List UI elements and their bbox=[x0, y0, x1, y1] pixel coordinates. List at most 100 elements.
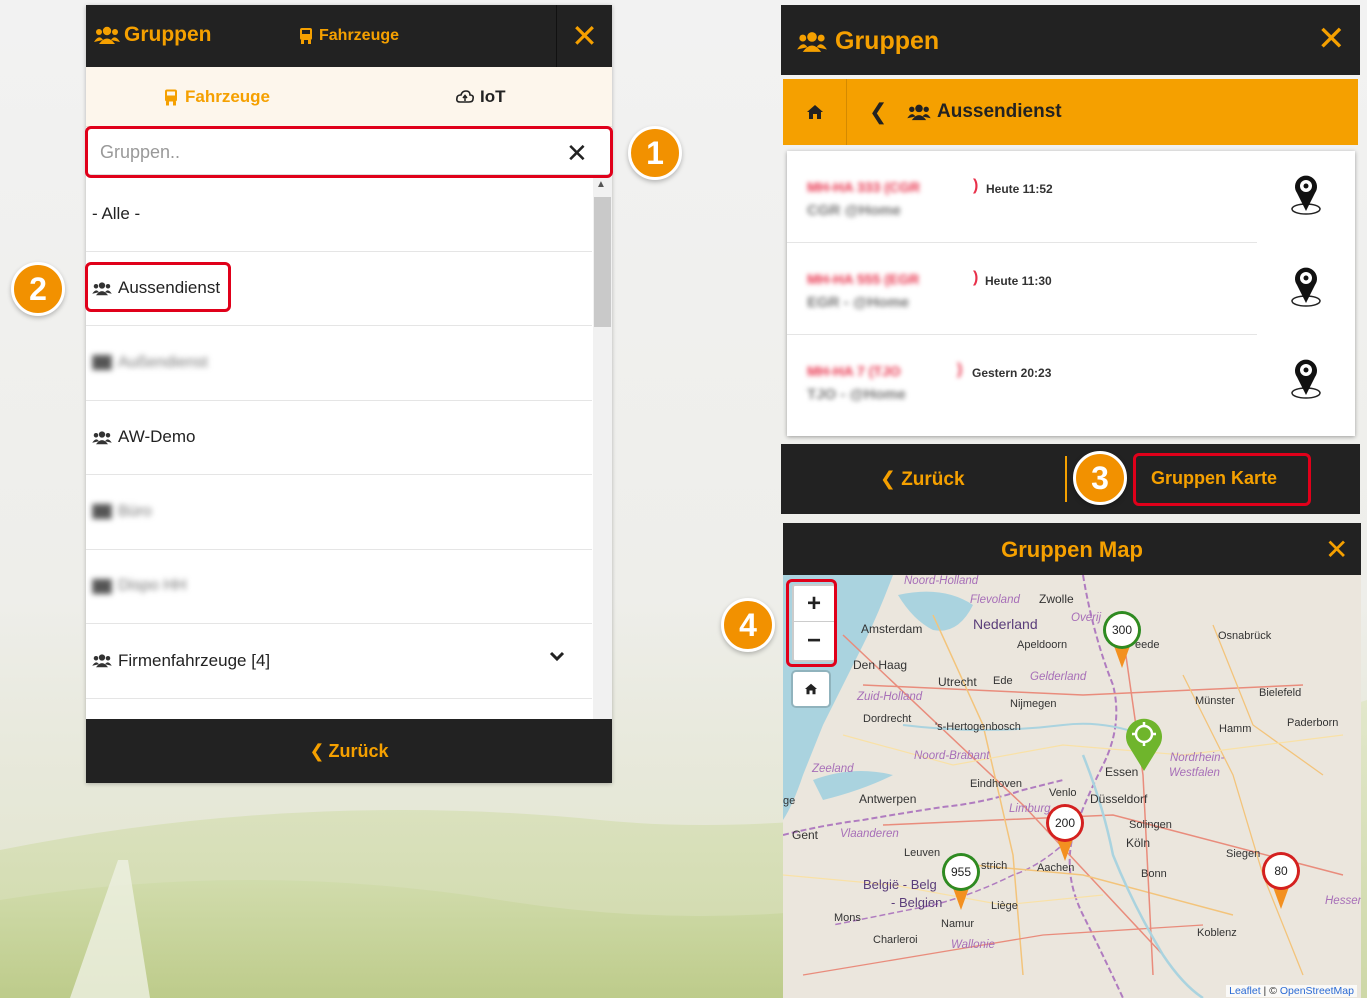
group-list-scrollbar[interactable]: ▲ bbox=[593, 177, 612, 719]
map-region-label: Zeeland bbox=[812, 763, 854, 775]
home-icon bbox=[805, 683, 817, 695]
groups-header: Gruppen Fahrzeuge ✕ bbox=[86, 5, 612, 67]
close-icon: ✕ bbox=[571, 18, 598, 54]
users-icon bbox=[92, 654, 112, 668]
cluster-count: 955 bbox=[945, 856, 977, 888]
group-item-all[interactable]: - Alle - bbox=[86, 177, 592, 252]
vehicle-row[interactable]: MH-HA 555 (EGR ) Heute 11:30 EGR - @Home bbox=[787, 243, 1355, 335]
map-home-button[interactable] bbox=[793, 672, 829, 706]
step-badge-2: 2 bbox=[11, 262, 65, 316]
cluster-count: 200 bbox=[1049, 807, 1081, 839]
clear-search-icon[interactable]: ✕ bbox=[566, 138, 588, 169]
tab-vehicles[interactable]: Fahrzeuge bbox=[164, 87, 270, 107]
location-pin-icon[interactable] bbox=[1289, 171, 1323, 217]
home-button[interactable] bbox=[783, 79, 847, 145]
group-item-blurred[interactable]: Außendienst bbox=[86, 326, 592, 401]
map-region-label: Nordrhein- bbox=[1170, 752, 1225, 764]
zoom-in-button[interactable]: + bbox=[794, 586, 834, 622]
leaflet-link[interactable]: Leaflet bbox=[1229, 985, 1261, 997]
home-icon bbox=[806, 105, 823, 119]
vehicle-list: MH-HA 333 (CGR ) Heute 11:52 CGR @Home M… bbox=[787, 151, 1355, 436]
vehicle-row[interactable]: MH-HA 333 (CGR ) Heute 11:52 CGR @Home bbox=[787, 151, 1355, 243]
vehicle-cluster-marker[interactable]: 300 bbox=[1102, 610, 1142, 670]
back-button[interactable]: ❮ Zurück bbox=[86, 719, 612, 783]
group-item-aussendienst[interactable]: Aussendienst bbox=[86, 252, 592, 326]
vehicle-driver: CGR @Home bbox=[807, 202, 901, 219]
zoom-control: + − bbox=[792, 584, 836, 662]
map-region-label: Hessen bbox=[1325, 895, 1361, 907]
map-city-label: Gent bbox=[792, 828, 819, 842]
close-icon[interactable]: ✕ bbox=[1317, 19, 1346, 59]
plate-bracket: ) bbox=[973, 269, 979, 286]
tab-bar: Fahrzeuge IoT bbox=[86, 67, 612, 127]
back-button[interactable]: ❮ Zurück bbox=[880, 468, 965, 491]
scrollbar-thumb[interactable] bbox=[594, 197, 611, 327]
map-country-label: België - Belg bbox=[863, 877, 937, 892]
vehicles-link[interactable]: Fahrzeuge bbox=[299, 27, 399, 45]
map-view[interactable]: Noord-Holland Flevoland Zwolle Overij Am… bbox=[783, 575, 1361, 998]
vehicle-row[interactable]: MH-HA 7 (TJO ) Gestern 20:23 TJO - @Home bbox=[787, 335, 1355, 427]
group-item-partial[interactable] bbox=[86, 699, 592, 720]
map-city-label: Solingen bbox=[1129, 819, 1172, 831]
group-item-blurred[interactable]: Dispo HH bbox=[86, 550, 592, 624]
map-region-label: Noord-Holland bbox=[904, 575, 979, 587]
step-badge-3: 3 bbox=[1073, 451, 1127, 505]
group-map-title: Gruppen Map bbox=[1001, 537, 1143, 562]
close-button[interactable]: ✕ bbox=[556, 5, 612, 67]
map-city-label: Apeldoorn bbox=[1017, 639, 1068, 651]
breadcrumb: ❮ Aussendienst bbox=[783, 79, 1358, 145]
scroll-up-icon[interactable]: ▲ bbox=[596, 179, 606, 190]
zoom-out-button[interactable]: − bbox=[794, 623, 834, 659]
bus-icon bbox=[300, 28, 312, 44]
group-item-label: Außendienst bbox=[118, 353, 208, 371]
group-detail-title: Gruppen bbox=[797, 27, 939, 56]
group-item-firmenfahrzeuge[interactable]: Firmenfahrzeuge [4] bbox=[86, 624, 592, 699]
map-city-label: Nijmegen bbox=[1010, 698, 1057, 710]
location-pin-icon[interactable] bbox=[1289, 355, 1323, 401]
users-icon bbox=[94, 26, 120, 44]
vehicle-cluster-marker[interactable]: 200 bbox=[1045, 803, 1085, 863]
map-region-label: Noord-Brabant bbox=[914, 750, 990, 762]
group-map-button[interactable]: Gruppen Karte bbox=[1151, 468, 1277, 489]
map-city-label: Hamm bbox=[1219, 723, 1252, 735]
map-region-label: Gelderland bbox=[1030, 671, 1087, 683]
map-city-label: 's-Hertogenbosch bbox=[935, 721, 1021, 733]
current-location-marker-icon[interactable] bbox=[1123, 715, 1165, 773]
step-badge-1: 1 bbox=[628, 126, 682, 180]
map-region-label: Westfalen bbox=[1169, 767, 1220, 779]
cluster-count: 300 bbox=[1106, 614, 1138, 646]
map-city-label: Charleroi bbox=[873, 934, 918, 946]
map-city-label: Aachen bbox=[1037, 862, 1075, 874]
group-search: ✕ bbox=[86, 129, 612, 175]
users-icon bbox=[92, 578, 112, 594]
group-detail-header: Gruppen ✕ bbox=[781, 5, 1360, 75]
vehicle-time: Heute 11:52 bbox=[986, 182, 1053, 196]
chevron-down-icon[interactable] bbox=[549, 650, 565, 662]
group-search-input[interactable] bbox=[86, 129, 546, 175]
close-icon[interactable]: ✕ bbox=[1325, 533, 1348, 566]
map-city-label: Ede bbox=[993, 675, 1013, 687]
location-pin-icon[interactable] bbox=[1289, 263, 1323, 309]
plate-bracket: ) bbox=[957, 361, 963, 378]
vehicle-cluster-marker[interactable]: 80 bbox=[1261, 851, 1301, 911]
map-city-label: Mons bbox=[834, 912, 861, 924]
tab-iot[interactable]: IoT bbox=[456, 87, 506, 107]
group-item-blurred[interactable]: Büro bbox=[86, 475, 592, 550]
map-city-label: Leuven bbox=[904, 847, 941, 859]
users-icon bbox=[92, 282, 112, 295]
map-city-label: Eindhoven bbox=[970, 778, 1022, 790]
map-city-label: Paderborn bbox=[1287, 717, 1339, 729]
map-city-label: strich bbox=[981, 860, 1008, 872]
chevron-left-icon[interactable]: ❮ bbox=[869, 99, 887, 125]
group-item-label: Firmenfahrzeuge [4] bbox=[118, 650, 271, 670]
chevron-left-icon: ❮ bbox=[309, 740, 325, 761]
map-region-label: Overij bbox=[1071, 612, 1102, 624]
users-icon bbox=[92, 431, 112, 444]
group-item-label: Dispo HH bbox=[118, 577, 187, 595]
map-region-label: Wallonie bbox=[951, 939, 995, 951]
map-city-label: Amsterdam bbox=[861, 622, 923, 636]
osm-link[interactable]: OpenStreetMap bbox=[1280, 985, 1354, 997]
map-region-label: Vlaanderen bbox=[840, 828, 899, 840]
vehicle-cluster-marker[interactable]: 955 bbox=[941, 852, 981, 912]
group-item-aw-demo[interactable]: AW-Demo bbox=[86, 401, 592, 475]
